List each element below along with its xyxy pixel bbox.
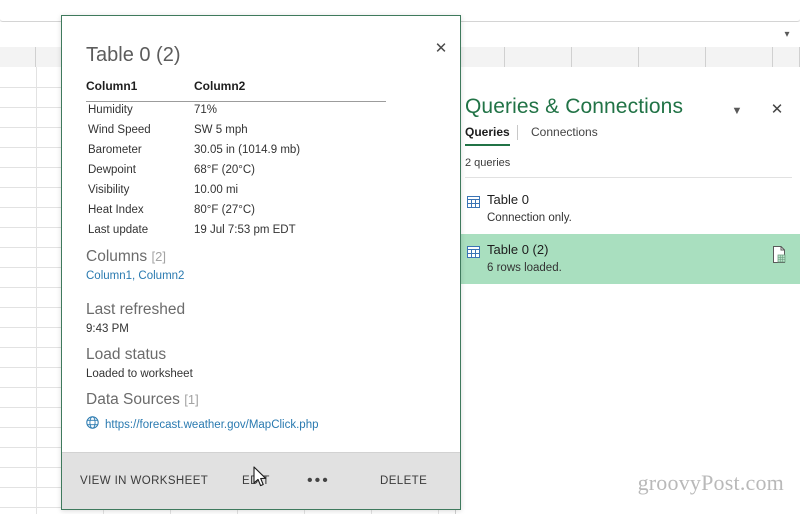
- column-header: Column2: [194, 79, 246, 93]
- data-source-row[interactable]: https://forecast.weather.gov/MapClick.ph…: [86, 416, 319, 434]
- query-peek-card: ✕ Table 0 (2) Column1 Column2 Humidity 7…: [61, 15, 461, 510]
- table-icon: [467, 195, 480, 208]
- section-heading: Columns [2]: [86, 248, 184, 266]
- cell-label: Last update: [88, 224, 149, 236]
- section-columns: Columns [2] Column1, Column2: [86, 248, 184, 282]
- tab-queries[interactable]: Queries: [465, 125, 510, 146]
- queries-and-connections-pane: Queries & Connections ▼ ✕ Queries Connec…: [455, 67, 800, 514]
- cell-label: Heat Index: [88, 204, 144, 216]
- section-heading-text: Load status: [86, 346, 167, 363]
- section-load-status: Load status Loaded to worksheet: [86, 346, 193, 380]
- cell-value: 80°F (27°C): [194, 204, 255, 216]
- globe-icon: [86, 416, 99, 434]
- watermark: groovyPost.com: [637, 470, 784, 495]
- pane-tabs: Queries Connections: [465, 125, 795, 151]
- query-status: 6 rows loaded.: [487, 262, 562, 274]
- view-in-worksheet-button[interactable]: VIEW IN WORKSHEET: [80, 453, 208, 509]
- close-icon[interactable]: ✕: [767, 99, 787, 119]
- delete-button[interactable]: DELETE: [380, 453, 427, 509]
- query-name: Table 0: [487, 192, 529, 207]
- table-header-row: Column1 Column2: [86, 79, 386, 102]
- more-options-button[interactable]: •••: [307, 453, 330, 509]
- cell-label: Wind Speed: [88, 124, 151, 136]
- cell-value: 30.05 in (1014.9 mb): [194, 144, 301, 156]
- card-footer-bar: VIEW IN WORKSHEET EDIT ••• DELETE: [62, 452, 460, 509]
- section-heading-text: Data Sources: [86, 391, 180, 408]
- data-source-url[interactable]: https://forecast.weather.gov/MapClick.ph…: [105, 419, 319, 431]
- load-status-value: Loaded to worksheet: [86, 368, 193, 380]
- list-item[interactable]: Table 0 Connection only.: [456, 184, 800, 234]
- cell-value: 71%: [194, 104, 218, 116]
- query-name: Table 0 (2): [487, 242, 549, 257]
- table-icon: [467, 245, 480, 258]
- data-preview-table: Column1 Column2 Humidity 71% Wind Speed …: [86, 79, 386, 242]
- list-item[interactable]: Table 0 (2) 6 rows loaded.: [456, 234, 800, 284]
- tab-divider: [517, 125, 518, 140]
- table-row: Barometer 30.05 in (1014.9 mb): [86, 142, 386, 162]
- section-count: [2]: [151, 249, 166, 264]
- query-count-label: 2 queries: [465, 157, 511, 169]
- cell-label: Humidity: [88, 104, 133, 116]
- close-icon[interactable]: ✕: [430, 37, 452, 59]
- cell-value: 10.00 mi: [194, 184, 239, 196]
- column-header-cell[interactable]: [773, 47, 800, 67]
- pane-header: Queries & Connections ▼ ✕: [456, 81, 800, 121]
- table-row: Visibility 10.00 mi: [86, 182, 386, 202]
- grid-column-line: [36, 67, 37, 514]
- table-row: Humidity 71%: [86, 102, 386, 122]
- section-last-refreshed: Last refreshed 9:43 PM: [86, 301, 185, 335]
- section-heading: Data Sources [1]: [86, 391, 199, 409]
- section-count: [1]: [184, 392, 199, 407]
- section-heading-text: Columns: [86, 248, 148, 265]
- pane-title: Queries & Connections: [465, 95, 684, 118]
- section-data-sources: Data Sources [1]: [86, 391, 199, 409]
- divider: [465, 177, 792, 178]
- section-heading: Load status: [86, 346, 193, 364]
- columns-value[interactable]: Column1, Column2: [86, 270, 184, 282]
- card-title: Table 0 (2): [86, 44, 181, 66]
- section-heading: Last refreshed: [86, 301, 185, 319]
- chevron-down-icon[interactable]: ▼: [728, 102, 746, 120]
- cell-value: SW 5 mph: [194, 124, 248, 136]
- table-row: Heat Index 80°F (27°C): [86, 202, 386, 222]
- column-header: Column1: [86, 79, 138, 93]
- column-header-cell[interactable]: [639, 47, 706, 67]
- column-header-cell[interactable]: [0, 47, 36, 67]
- table-row: Wind Speed SW 5 mph: [86, 122, 386, 142]
- table-row: Last update 19 Jul 7:53 pm EDT: [86, 222, 386, 242]
- cell-value: 19 Jul 7:53 pm EDT: [194, 224, 296, 236]
- column-header-cell[interactable]: [706, 47, 773, 67]
- last-refreshed-value: 9:43 PM: [86, 323, 129, 335]
- worksheet-icon[interactable]: [772, 246, 787, 263]
- cell-label: Barometer: [88, 144, 142, 156]
- chevron-down-icon[interactable]: ▾: [780, 29, 794, 41]
- tab-connections[interactable]: Connections: [531, 125, 598, 144]
- table-row: Dewpoint 68°F (20°C): [86, 162, 386, 182]
- column-header-cell[interactable]: [505, 47, 572, 67]
- cell-value: 68°F (20°C): [194, 164, 255, 176]
- edit-button[interactable]: EDIT: [242, 453, 270, 509]
- cell-label: Visibility: [88, 184, 130, 196]
- section-heading-text: Last refreshed: [86, 301, 186, 318]
- column-header-cell[interactable]: [572, 47, 639, 67]
- cell-label: Dewpoint: [88, 164, 136, 176]
- query-status: Connection only.: [487, 212, 572, 224]
